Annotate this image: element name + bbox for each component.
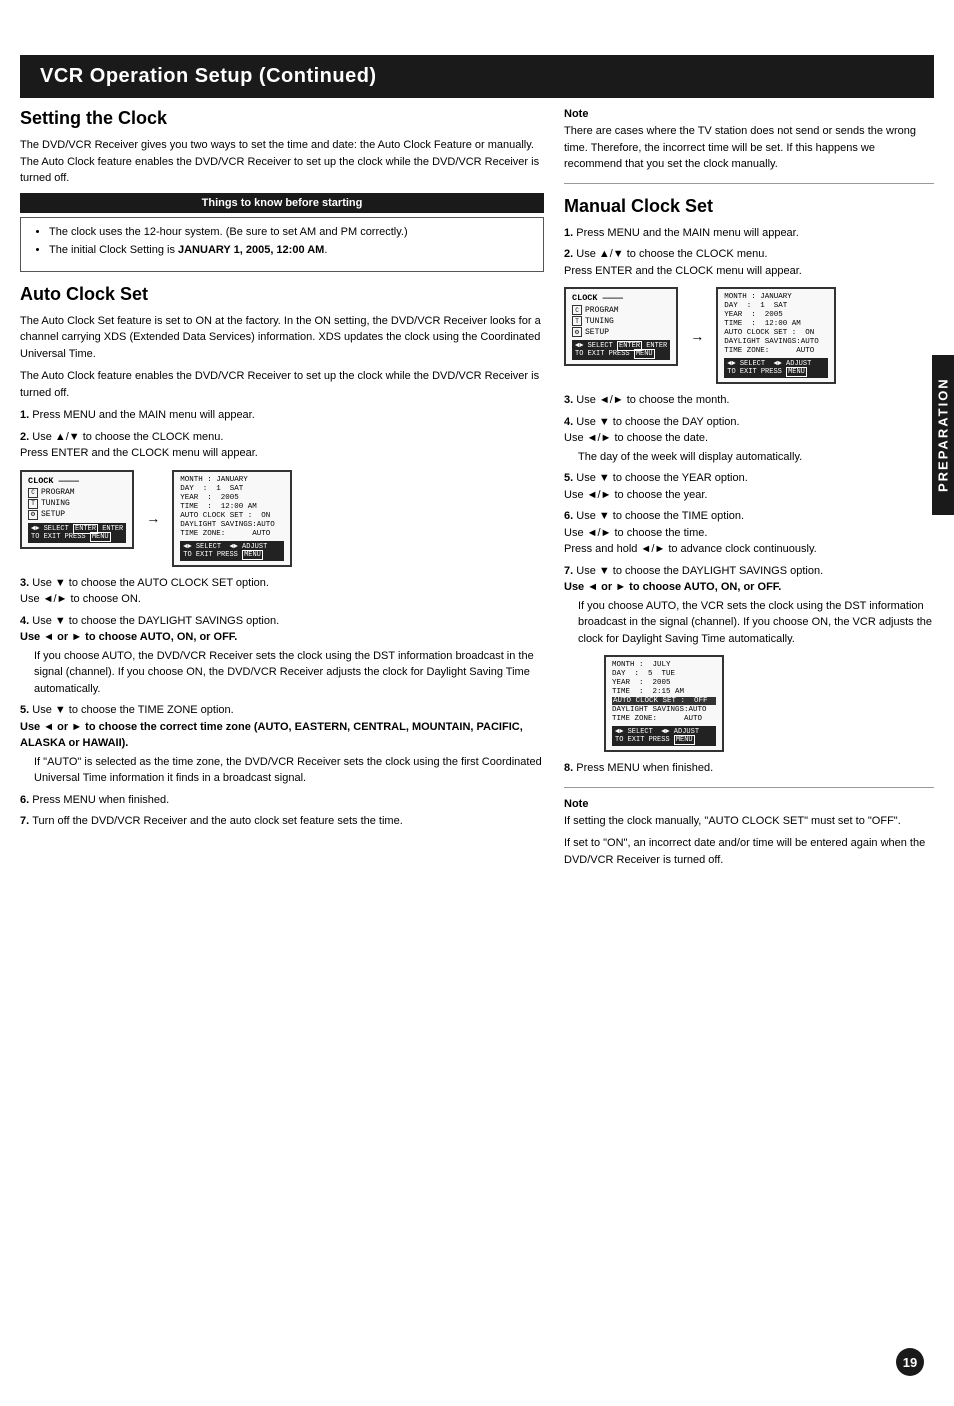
manual-step-1: 1. Press MENU and the MAIN menu will app…: [564, 225, 934, 242]
right-column: Note There are cases where the TV statio…: [564, 108, 934, 878]
auto-clock-title: Auto Clock Set: [20, 284, 544, 305]
auto-clock-intro2: The Auto Clock feature enables the DVD/V…: [20, 368, 544, 401]
auto-clock-intro: The Auto Clock Set feature is set to ON …: [20, 313, 544, 363]
manual-step-5: 5. Use ▼ to choose the YEAR option.Use ◄…: [564, 470, 934, 503]
step-1: 1. Press MENU and the MAIN menu will app…: [20, 407, 544, 424]
step-1-num: 1.: [20, 409, 29, 421]
page-container: VCR Operation Setup (Continued) PREPARAT…: [0, 55, 954, 1406]
icon-tuning-2: T: [572, 316, 582, 326]
manual-step-4: 4. Use ▼ to choose the DAY option.Use ◄/…: [564, 414, 934, 466]
screen-july: MONTH : JULY DAY : 5 TUE YEAR : 2005 TIM…: [604, 655, 724, 752]
icon-tuning: T: [28, 499, 38, 509]
info-box: Things to know before starting The clock…: [20, 193, 544, 272]
step-2-num: 2.: [20, 431, 29, 443]
manual-step-6: 6. Use ▼ to choose the TIME option.Use ◄…: [564, 508, 934, 558]
page-title: VCR Operation Setup (Continued): [40, 65, 377, 87]
screen-bottom-2: ◄► SELECT ENTER ENTERTO EXIT PRESS MENU: [572, 340, 670, 360]
manual-step-8: 8. Press MENU when finished.: [564, 760, 934, 777]
manual-step-7: 7. Use ▼ to choose the DAYLIGHT SAVINGS …: [564, 563, 934, 648]
left-column: Setting the Clock The DVD/VCR Receiver g…: [20, 108, 544, 878]
screen-left-1: CLOCK ———— C PROGRAM T TUNING ⚙ SETUP ◄►…: [20, 470, 134, 549]
info-box-title: Things to know before starting: [20, 193, 544, 213]
icon-program: C: [28, 488, 38, 498]
screen-bottom-july: ◄► SELECT ◄► ADJUSTTO EXIT PRESS MENU: [612, 726, 716, 746]
top-note-title: Note: [564, 108, 934, 120]
bottom-note-text1: If setting the clock manually, "AUTO CLO…: [564, 813, 934, 830]
info-list: The clock uses the 12-hour system. (Be s…: [31, 224, 533, 259]
step-3: 3. Use ▼ to choose the AUTO CLOCK SET op…: [20, 575, 544, 608]
info-box-content: The clock uses the 12-hour system. (Be s…: [20, 217, 544, 272]
info-item-1: The clock uses the 12-hour system. (Be s…: [49, 224, 533, 241]
step-2-text: Use ▲/▼ to choose the CLOCK menu.Press E…: [20, 431, 258, 460]
screen-mockup-2: CLOCK ———— C PROGRAM T TUNING ⚙ SETUP ◄►…: [564, 287, 934, 384]
highlighted-row: AUTO CLOCK SET : OFF: [612, 697, 716, 705]
bottom-note: Note If setting the clock manually, "AUT…: [564, 798, 934, 869]
icon-setup: ⚙: [28, 510, 38, 520]
top-note-text: There are cases where the TV station doe…: [564, 123, 934, 173]
screen-bottom-right-2: ◄► SELECT ◄► ADJUSTTO EXIT PRESS MENU: [724, 358, 828, 378]
page-number-badge: 19: [896, 1348, 924, 1376]
step-5: 5. Use ▼ to choose the TIME ZONE option.…: [20, 702, 544, 787]
info-item-2: The initial Clock Setting is JANUARY 1, …: [49, 242, 533, 259]
icon-program-2: C: [572, 305, 582, 315]
step-7: 7. Turn off the DVD/VCR Receiver and the…: [20, 813, 544, 830]
screen-right-1: MONTH : JANUARY DAY : 1 SAT YEAR : 2005 …: [172, 470, 292, 567]
top-note: Note There are cases where the TV statio…: [564, 108, 934, 173]
icon-setup-2: ⚙: [572, 327, 582, 337]
step-2: 2. Use ▲/▼ to choose the CLOCK menu.Pres…: [20, 429, 544, 462]
divider-1: [564, 183, 934, 184]
bottom-note-title: Note: [564, 798, 934, 810]
screen-bottom-1: ◄► SELECT ENTER ENTERTO EXIT PRESS MENU: [28, 523, 126, 543]
step-6: 6. Press MENU when finished.: [20, 792, 544, 809]
screen-arrow-2: →: [690, 328, 704, 344]
step-4: 4. Use ▼ to choose the DAYLIGHT SAVINGS …: [20, 613, 544, 698]
divider-2: [564, 787, 934, 788]
manual-step-3: 3. Use ◄/► to choose the month.: [564, 392, 934, 409]
manual-step-2: 2. Use ▲/▼ to choose the CLOCK menu.Pres…: [564, 246, 934, 279]
preparation-tab: PREPARATION: [932, 355, 954, 515]
page-header: VCR Operation Setup (Continued): [20, 55, 934, 98]
screen-arrow-1: →: [146, 510, 160, 526]
screen-left-2: CLOCK ———— C PROGRAM T TUNING ⚙ SETUP ◄►…: [564, 287, 678, 366]
screen-mockup-3: MONTH : JULY DAY : 5 TUE YEAR : 2005 TIM…: [564, 655, 934, 752]
screen-bottom-right-1: ◄► SELECT ◄► ADJUSTTO EXIT PRESS MENU: [180, 541, 284, 561]
intro-text: The DVD/VCR Receiver gives you two ways …: [20, 137, 544, 187]
main-content: Setting the Clock The DVD/VCR Receiver g…: [0, 98, 954, 898]
bottom-note-text2: If set to "ON", an incorrect date and/or…: [564, 835, 934, 868]
screen-mockup-1: CLOCK ———— C PROGRAM T TUNING ⚙ SETUP ◄►…: [20, 470, 544, 567]
step-1-text: Press MENU and the MAIN menu will appear…: [32, 409, 255, 421]
screen-right-2: MONTH : JANUARY DAY : 1 SAT YEAR : 2005 …: [716, 287, 836, 384]
setting-clock-title: Setting the Clock: [20, 108, 544, 129]
manual-clock-title: Manual Clock Set: [564, 196, 934, 217]
